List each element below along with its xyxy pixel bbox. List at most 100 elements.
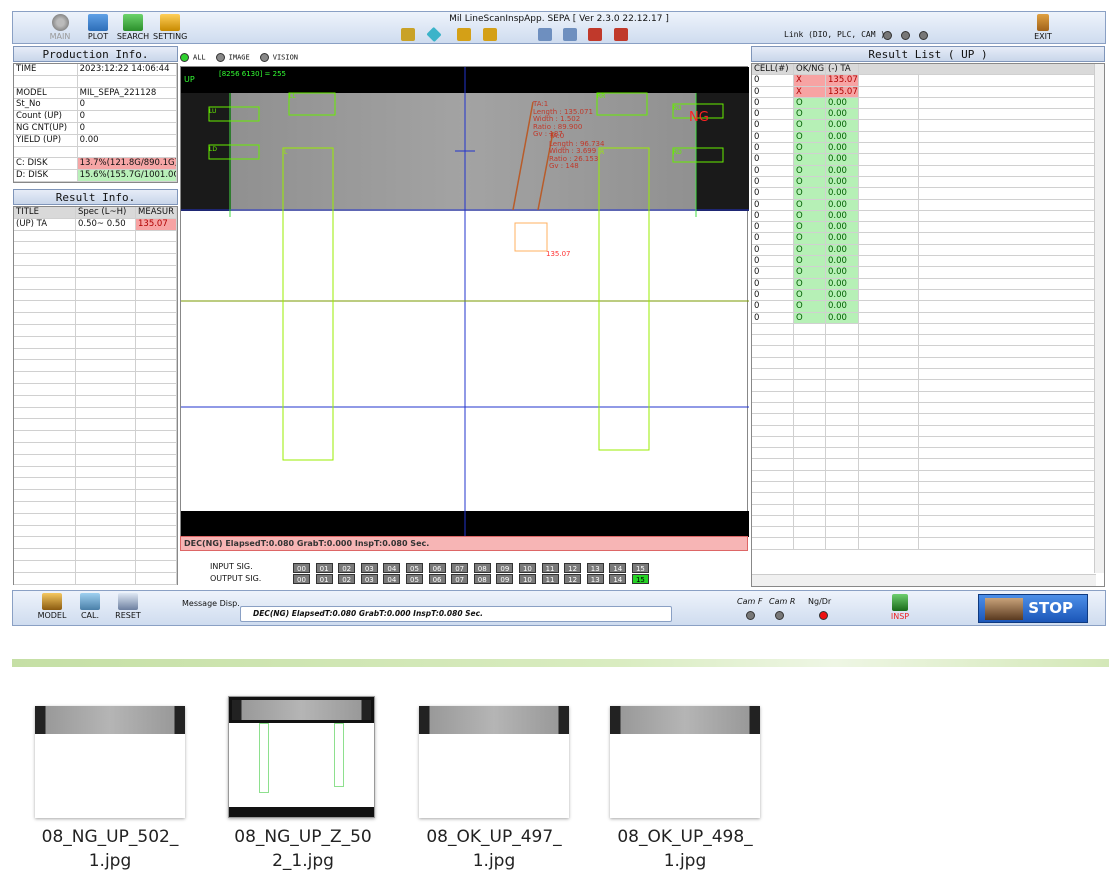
table-row [14, 230, 177, 243]
table-cell: 0 [752, 97, 794, 109]
image-preview [610, 706, 760, 734]
table-cell [859, 335, 919, 346]
table-cell: 0 [752, 176, 794, 188]
grab-icon[interactable] [457, 28, 471, 41]
signal-indicator: 02 [338, 563, 356, 573]
image-viewer[interactable]: UP [8256 6130] = 255 NG LU LD RU RD LL R… [180, 66, 749, 537]
table-cell [752, 504, 794, 515]
result-list-title: Result List ( UP ) [751, 46, 1105, 62]
table-cell [136, 289, 177, 301]
table-cell [859, 391, 919, 402]
file-thumbnail[interactable] [419, 706, 569, 818]
section-divider [12, 659, 1109, 667]
table-cell [826, 414, 859, 425]
grid-icon[interactable] [588, 28, 602, 41]
tab-image[interactable]: IMAGE [215, 52, 250, 62]
table-cell [752, 470, 794, 481]
table-cell: 0.00 [826, 154, 859, 165]
table-cell [76, 478, 136, 490]
tab-vision[interactable]: VISION [259, 52, 298, 62]
table-cell: 0.00 [826, 120, 859, 131]
table-cell: MEASUR [136, 207, 177, 218]
table-cell [859, 448, 919, 459]
table-row [14, 537, 177, 550]
file-thumbnail[interactable] [35, 706, 185, 818]
table-cell [794, 369, 826, 380]
insp-button[interactable]: INSP [883, 594, 917, 624]
table-cell [14, 525, 76, 537]
table-cell: 0 [752, 120, 794, 131]
stop-button[interactable]: STOP [978, 594, 1088, 623]
tab-all[interactable]: ALL [180, 52, 206, 62]
table-row [14, 301, 177, 314]
table-row: 0 O 0.00 [752, 154, 1104, 166]
table-cell: 0.00 [826, 312, 859, 323]
table-cell [794, 448, 826, 459]
table-cell [14, 265, 76, 277]
table-cell [76, 242, 136, 254]
cam-f-led [746, 611, 755, 620]
table-cell: 0 [752, 312, 794, 323]
table-row [14, 478, 177, 491]
vertical-scrollbar[interactable] [1094, 64, 1104, 573]
table-cell [752, 335, 794, 346]
table-row: C: DISK 13.7%(121.8G/890.1G) [14, 158, 177, 171]
roi-label: LL [289, 93, 296, 100]
table-cell [826, 538, 859, 549]
save-image-icon[interactable] [483, 28, 497, 41]
table-cell: 0 [752, 86, 794, 97]
file-name[interactable]: 08_NG_UP_502_ 1.jpg [35, 825, 185, 873]
table-cell [14, 289, 76, 301]
signal-indicator: 15 [631, 574, 649, 584]
signal-indicator: 12 [564, 574, 582, 584]
exit-button[interactable]: EXIT [1026, 14, 1060, 44]
file-thumbnail[interactable] [228, 696, 375, 818]
table-row [14, 146, 177, 159]
document-icon[interactable] [563, 28, 577, 41]
table-cell: 15.6%(155.7G/1001.0G) [77, 170, 177, 181]
table-cell: 0.00 [826, 131, 859, 143]
model-button[interactable]: MODEL [35, 593, 69, 623]
table-row: 0 O 0.00 [752, 120, 1104, 132]
table-cell [76, 265, 136, 277]
signal-indicator: 00 [293, 574, 310, 584]
side-label: UP [184, 75, 195, 84]
signal-indicator: 09 [496, 563, 514, 573]
horizontal-scrollbar[interactable] [752, 574, 1096, 586]
defect-annotation-ta0: TA:0 Length : 96.734 Width : 3.699 Ratio : … [549, 132, 604, 171]
table-row: 0 O 0.00 [752, 267, 1104, 279]
signal-indicator: 13 [586, 574, 604, 584]
cal-button[interactable]: CAL. [75, 593, 105, 623]
table-row: 0 O 0.00 [752, 233, 1104, 245]
table-cell [14, 348, 76, 360]
table-cell [136, 572, 177, 584]
table-cell [76, 525, 136, 537]
table-cell [794, 346, 826, 357]
table-cell: 0.00 [826, 301, 859, 312]
signal-indicator: 12 [564, 563, 582, 573]
camera-icon[interactable] [401, 28, 415, 41]
file-name[interactable]: 08_OK_UP_498_ 1.jpg [610, 825, 760, 873]
table-cell [14, 395, 76, 407]
file-name[interactable]: 08_NG_UP_Z_50 2_1.jpg [228, 825, 378, 873]
signal-indicator: 01 [315, 574, 333, 584]
table-cell [859, 369, 919, 380]
signal-indicator: 13 [586, 563, 604, 573]
copy-icon[interactable] [538, 28, 552, 41]
table-cell [76, 513, 136, 525]
table-cell [859, 256, 919, 267]
table-cell [752, 527, 794, 538]
result-list-table: CELL(#) OK/NG (-) TA 0 X 135.07 0 X 135.07 0 O 0.00… [751, 63, 1105, 587]
table-cell: 0.00 [826, 222, 859, 233]
bottom-toolbar: MODEL CAL. RESET Message Disp. DEC(NG) E… [12, 590, 1106, 626]
table-cell: O [794, 97, 826, 109]
file-name[interactable]: 08_OK_UP_497_ 1.jpg [419, 825, 569, 873]
table-cell [794, 515, 826, 527]
file-thumbnail[interactable] [610, 706, 760, 818]
table-row: NG CNT(UP) 0 [14, 122, 177, 135]
table-cell [76, 372, 136, 383]
reset-button[interactable]: RESET [111, 593, 145, 623]
table-cell: 0.00 [826, 278, 859, 289]
diamond-icon[interactable] [426, 26, 442, 43]
form-icon[interactable] [614, 28, 628, 41]
